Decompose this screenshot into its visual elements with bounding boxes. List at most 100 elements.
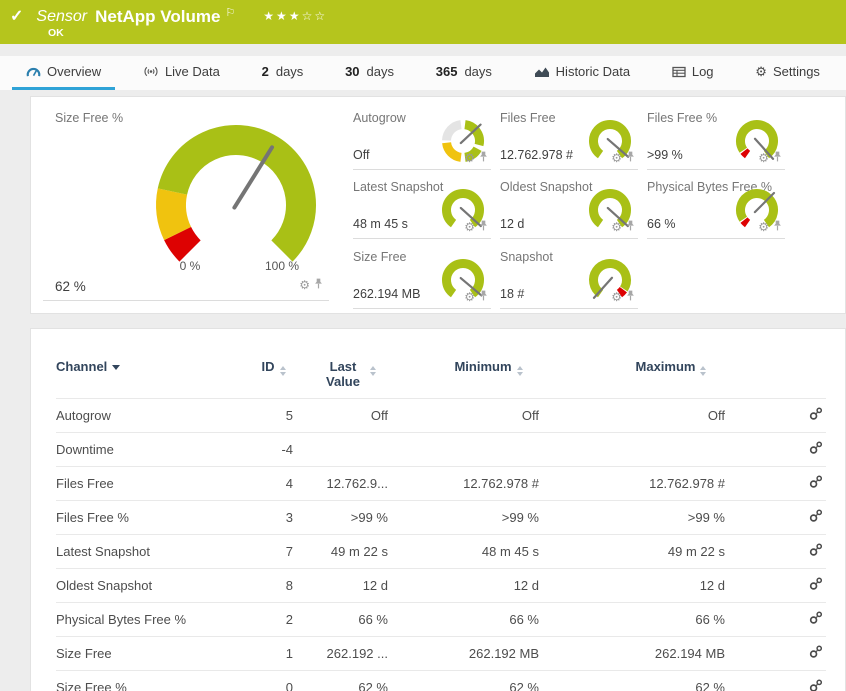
tab-30-days[interactable]: 30 days [331,56,408,90]
tab-365-days[interactable]: 365 days [422,56,506,90]
channel-settings-icon[interactable] [808,440,824,455]
column-header-last-value[interactable]: Last Value [301,359,396,399]
cell-minimum: 48 m 45 s [396,534,581,569]
table-row-oldest-snapshot[interactable]: Oldest Snapshot 8 12 d 12 d 12 d [56,568,826,603]
channel-settings-icon[interactable] [808,644,824,659]
cell-channel: Physical Bytes Free % [56,602,246,637]
cell-maximum: >99 % [581,500,761,535]
cell-channel: Latest Snapshot [56,534,246,569]
tab-overview[interactable]: Overview [12,56,116,90]
channel-settings-icon[interactable] [808,576,824,591]
cell-id: 4 [246,466,301,501]
cell-id: 2 [246,602,301,637]
gauge-value: Off [353,148,370,162]
column-header-id[interactable]: ID [246,359,301,399]
gear-icon[interactable]: ⚙ [464,291,475,303]
cell-channel: Size Free [56,636,246,671]
flag-icon[interactable]: ⚐ [225,6,235,19]
gear-icon[interactable]: ⚙ [464,152,475,164]
gauge-icon [26,65,41,78]
pin-icon[interactable] [479,149,488,167]
gear-icon[interactable]: ⚙ [611,152,622,164]
table-row-size-free[interactable]: Size Free % 0 62 % 62 % 62 % [56,670,826,691]
table-row-autogrow[interactable]: Autogrow 5 Off Off Off [56,398,826,433]
status-badge: OK [48,27,64,39]
pin-icon[interactable] [773,218,782,236]
channel-settings-icon[interactable] [808,406,824,421]
pin-icon[interactable] [626,149,635,167]
star-rating[interactable]: ★★★☆☆ [263,9,327,23]
table-header-row: Channel ID Last Value Minimum Maximum [56,359,826,399]
tab-2-days[interactable]: 2 days [248,56,318,90]
sort-icon[interactable] [370,366,376,376]
tab-settings[interactable]: ⚙ Settings [741,56,834,90]
sort-icon[interactable] [279,366,286,376]
table-row-files-free[interactable]: Files Free % 3 >99 % >99 % >99 % [56,500,826,535]
gear-icon[interactable]: ⚙ [611,221,622,233]
live-icon [143,65,159,78]
sort-icon[interactable] [516,366,523,376]
cell-last-value: 49 m 22 s [301,534,396,569]
tab-label: Live Data [164,64,220,79]
size-free-pct-gauge: 0 % 100 % [156,125,316,273]
gauge-cell-size-free: Size Free 262.194 MB ⚙ [353,250,491,309]
cell-maximum: 262.194 MB [581,636,761,671]
table-row-files-free[interactable]: Files Free 4 12.762.9... 12.762.978 #12.762… [56,466,826,501]
tab-number: 365 [435,64,458,79]
gear-icon[interactable]: ⚙ [299,279,310,291]
gauge-value: 48 m 45 s [353,217,408,232]
pin-icon[interactable] [626,288,635,306]
gear-icon[interactable]: ⚙ [758,152,769,164]
sensor-kind-label: Sensor [36,8,88,25]
channel-settings-icon[interactable] [808,542,824,557]
gear-icon[interactable]: ⚙ [758,221,769,233]
channel-settings-icon[interactable] [808,610,824,625]
column-header-minimum[interactable]: Minimum [396,359,581,399]
tab-historic-data[interactable]: Historic Data [520,56,644,90]
table-row-downtime[interactable]: Downtime -4 [56,432,826,467]
cell-last-value [301,432,396,467]
cell-id: 8 [246,568,301,603]
gauge-cell-snapshot: Snapshot 18 # ⚙ [500,250,638,309]
cell-channel: Downtime [56,432,246,467]
gear-icon[interactable]: ⚙ [464,221,475,233]
column-label: Last Value [326,359,360,389]
cell-last-value: 12.762.9... [301,466,396,501]
sort-icon[interactable] [112,365,121,370]
tab-label: days [366,64,394,79]
cell-id: 1 [246,636,301,671]
settings-icon: ⚙ [755,64,767,79]
gauge-cell-autogrow: Autogrow Off ⚙ [353,111,491,170]
pin-icon[interactable] [773,149,782,167]
table-row-physical-bytes-free[interactable]: Physical Bytes Free % 2 66 % 66 % 66 % [56,602,826,637]
pin-icon[interactable] [479,288,488,306]
cell-channel: Autogrow [56,398,246,433]
channel-settings-icon[interactable] [808,508,824,523]
tab-label: days [464,64,492,79]
historic-icon [534,66,550,78]
pin-icon[interactable] [626,218,635,236]
channel-settings-icon[interactable] [808,678,824,691]
gauge-label: Snapshot [500,249,553,264]
gauge-value: 18 # [500,286,525,301]
gauge-cell-oldest-snapshot: Oldest Snapshot 12 d ⚙ [500,180,638,240]
column-header-channel[interactable]: Channel [56,359,246,399]
table-row-latest-snapshot[interactable]: Latest Snapshot 7 49 m 22 s 48 m 45 s 49 m 2… [56,534,826,569]
channel-table: Channel ID Last Value Minimum Maximum Autogr… [56,359,826,691]
gauge-label: Files Free % [647,111,718,125]
channel-settings-icon[interactable] [808,474,824,489]
tab-live-data[interactable]: Live Data [129,56,234,90]
gear-icon[interactable]: ⚙ [611,291,622,303]
cell-id: -4 [246,432,301,467]
page-title: NetApp Volume [95,7,221,26]
column-header-maximum[interactable]: Maximum [581,359,761,399]
sort-icon[interactable] [700,366,707,376]
status-check-icon: ✓ [10,8,24,25]
cell-channel: Size Free % [56,670,246,691]
tab-log[interactable]: Log [658,56,728,90]
pin-icon[interactable] [314,276,323,294]
table-row-size-free[interactable]: Size Free 1 262.192 ... 262.192 MB 262.194 M… [56,636,826,671]
pin-icon[interactable] [479,218,488,236]
sensor-header: ✓ Sensor NetApp Volume ⚐ ★★★☆☆ OK [0,0,846,44]
channel-table-panel: Channel ID Last Value Minimum Maximum Autogr… [30,328,846,691]
